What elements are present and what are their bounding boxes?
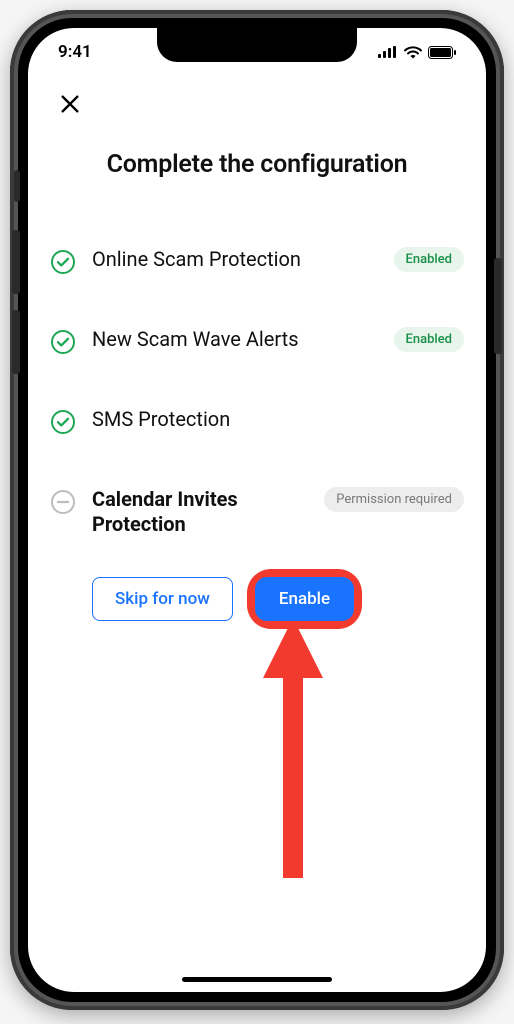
config-item-label: New Scam Wave Alerts [92,327,378,352]
volume-up-button [12,230,20,294]
status-badge-enabled: Enabled [394,327,465,352]
config-item: SMS Protection [50,383,464,463]
phone-frame: 9:41 [10,10,504,1010]
screen: 9:41 [28,28,486,992]
cellular-icon [378,46,398,58]
volume-down-button [12,310,20,374]
check-circle-icon [50,329,76,359]
page-title: Complete the configuration [50,150,464,179]
mute-switch [14,170,20,202]
enable-button[interactable]: Enable [255,577,354,621]
content: Complete the configuration Online Scam P… [28,76,486,629]
status-badge-permission: Permission required [324,487,464,512]
config-item-active: Calendar Invites Protection Permission r… [50,463,464,561]
action-row: Skip for now Enable [92,569,464,629]
dash-circle-icon [50,489,76,519]
status-right [378,46,456,59]
check-circle-icon [50,249,76,279]
power-button [494,258,502,354]
close-icon [59,93,81,115]
home-indicator [182,977,332,982]
check-circle-icon [50,409,76,439]
config-item-label: SMS Protection [92,407,464,432]
annotation-arrow-icon [253,618,333,878]
notch [157,28,357,62]
skip-button[interactable]: Skip for now [92,577,233,621]
config-item: Online Scam Protection Enabled [50,223,464,303]
config-item-label: Calendar Invites Protection [92,487,308,537]
config-item-label: Online Scam Protection [92,247,378,272]
close-button[interactable] [50,84,90,124]
annotation-highlight: Enable [247,569,362,629]
status-time: 9:41 [58,42,92,62]
battery-icon [428,46,456,59]
status-badge-enabled: Enabled [394,247,465,272]
config-item: New Scam Wave Alerts Enabled [50,303,464,383]
wifi-icon [404,46,422,59]
